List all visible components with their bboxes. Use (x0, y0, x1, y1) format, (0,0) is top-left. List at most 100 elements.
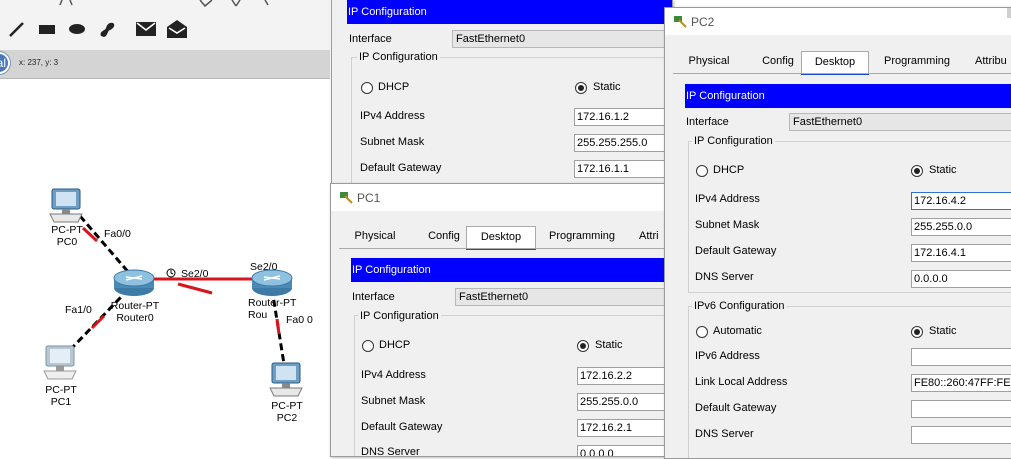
ip-config-group-title: IP Configuration (692, 135, 775, 147)
port-label-fa00: Fa0/0 (104, 228, 131, 240)
ipv6-dns-server-label: DNS Server (695, 428, 754, 440)
ipv4-label: IPv4 Address (361, 369, 426, 381)
ipv6-default-gateway-label: Default Gateway (695, 402, 777, 414)
ipv6-dns-server-input[interactable] (911, 426, 1011, 444)
tab-desktop[interactable]: Desktop (466, 226, 536, 250)
ip-config-group-title: IP Configuration (358, 310, 441, 322)
link-pc2-port-marker (275, 318, 281, 335)
dhcp-radio[interactable] (361, 82, 373, 94)
drawing-toolbar (0, 0, 330, 50)
dhcp-label: DHCP (713, 164, 745, 176)
dns-server-input[interactable]: 0.0.0.0 (911, 270, 1011, 288)
static-radio[interactable] (911, 165, 923, 177)
ip-config-header: IP Configuration (351, 258, 676, 282)
envelope-icon[interactable] (134, 18, 158, 40)
ipv6-automatic-radio[interactable] (696, 326, 708, 338)
tab-config[interactable]: Config (417, 226, 471, 248)
router0-icon[interactable] (112, 268, 156, 298)
dhcp-label: DHCP (379, 339, 411, 351)
pc1-config-window: PC1 Physical Config Desktop Programming … (330, 183, 677, 457)
clock-icon (166, 268, 176, 278)
dns-server-input[interactable]: 0.0.0.0 (577, 445, 676, 456)
interface-select[interactable]: FastEthernet0 (789, 113, 1011, 131)
pc2-tab-bar: Physical Config Desktop Programming Attr… (673, 51, 1011, 75)
ipv6-static-radio[interactable] (911, 326, 923, 338)
freeform-tool-icon[interactable] (96, 18, 118, 40)
cursor-coordinates: x: 237, y: 3 (19, 58, 59, 67)
dhcp-radio[interactable] (696, 165, 708, 177)
tab-config[interactable]: Config (750, 51, 806, 73)
tab-programming[interactable]: Programming (879, 51, 955, 73)
tab-desktop[interactable]: Desktop (801, 51, 869, 75)
ellipse-tool-icon[interactable] (66, 18, 88, 40)
rectangle-tool-icon[interactable] (36, 18, 58, 40)
static-label: Static (929, 164, 957, 176)
serial-link-segment (177, 282, 213, 295)
packet-tracer-app-icon (674, 16, 687, 28)
default-gateway-input[interactable]: 172.16.2.1 (577, 419, 676, 437)
port-label-se20-left: Se2/0 (181, 268, 209, 280)
pc2-titlebar[interactable]: PC2 (665, 8, 1011, 35)
ipv6-automatic-label: Automatic (713, 325, 762, 337)
pc1-titlebar[interactable]: PC1 (331, 184, 676, 211)
ipv6-config-group-title: IPv6 Configuration (692, 300, 787, 312)
ipv4-address-input[interactable]: 172.16.1.2 (574, 108, 672, 126)
toolbar-top-icons (59, 0, 269, 8)
dhcp-label: DHCP (378, 81, 410, 93)
pc2-window-title: PC2 (691, 15, 715, 29)
dhcp-radio[interactable] (362, 340, 374, 352)
workspace-status-bar: al x: 237, y: 3 (0, 50, 330, 79)
default-gateway-label: Default Gateway (695, 245, 777, 257)
tab-divider (673, 73, 1011, 74)
ipv6-default-gateway-input[interactable] (911, 400, 1011, 418)
link-local-address-input[interactable]: FE80::260:47FF:FE (911, 374, 1011, 392)
subnet-mask-input[interactable]: 255.255.0.0 (911, 218, 1011, 236)
tab-divider (339, 248, 676, 249)
tab-attributes[interactable]: Attribu (975, 51, 1011, 73)
line-tool-icon[interactable] (6, 18, 26, 40)
dns-server-label: DNS Server (695, 271, 754, 283)
pc2-config-window: PC2 Physical Config Desktop Programming … (664, 7, 1011, 459)
subnet-mask-input[interactable]: 255.255.0.0 (577, 393, 676, 411)
window-corner-control[interactable] (1007, 8, 1011, 18)
static-radio[interactable] (577, 340, 589, 352)
static-radio[interactable] (575, 82, 587, 94)
ip-config-header: IP Configuration (685, 84, 1011, 108)
pc1-icon[interactable] (42, 345, 78, 381)
ipv6-address-label: IPv6 Address (695, 350, 760, 362)
ipv4-label: IPv4 Address (695, 193, 760, 205)
default-gateway-label: Default Gateway (360, 162, 442, 174)
ipv4-address-input[interactable]: 172.16.2.2 (577, 367, 676, 385)
subnet-mask-input[interactable]: 255.255.255.0 (574, 134, 672, 152)
open-envelope-icon[interactable] (165, 18, 189, 40)
interface-select[interactable]: FastEthernet0 (452, 30, 672, 48)
logical-workspace[interactable]: PC-PT PC0 Fa0/0 Router-PT Router0 Fa1/0 Se… (0, 79, 330, 451)
pc0-icon[interactable] (48, 188, 84, 224)
ipv4-label: IPv4 Address (360, 110, 425, 122)
interface-select[interactable]: FastEthernet0 (455, 288, 676, 306)
pc2-label: PC-PT PC2 (271, 400, 303, 424)
default-gateway-input[interactable]: 172.16.4.1 (911, 244, 1011, 262)
workspace-mode-toggle[interactable]: al (0, 52, 10, 74)
default-gateway-label: Default Gateway (361, 421, 443, 433)
port-label-se20-right: Se2/0 (250, 261, 278, 273)
pc2-icon[interactable] (268, 362, 304, 398)
subnet-mask-label: Subnet Mask (360, 136, 425, 148)
ipv4-address-input[interactable]: 172.16.4.2 (911, 192, 1011, 210)
ip-config-group-title: IP Configuration (357, 51, 440, 63)
ip-config-header: IP Configuration (347, 0, 672, 24)
interface-label: Interface (349, 33, 392, 45)
subnet-mask-label: Subnet Mask (695, 219, 760, 231)
static-label: Static (595, 339, 623, 351)
interface-label: Interface (352, 291, 395, 303)
tab-programming[interactable]: Programming (544, 226, 620, 248)
default-gateway-input[interactable]: 172.16.1.1 (574, 160, 672, 178)
pc0-config-window: IP Configuration Interface FastEthernet0… (331, 0, 673, 191)
pc1-window-title: PC1 (357, 191, 381, 205)
ipv6-address-input[interactable] (911, 348, 1011, 366)
tab-physical[interactable]: Physical (345, 226, 405, 248)
pc1-tab-bar: Physical Config Desktop Programming Attr… (339, 226, 676, 250)
ipv6-static-label: Static (929, 325, 957, 337)
link-local-address-label: Link Local Address (695, 376, 788, 388)
tab-physical[interactable]: Physical (679, 51, 739, 73)
